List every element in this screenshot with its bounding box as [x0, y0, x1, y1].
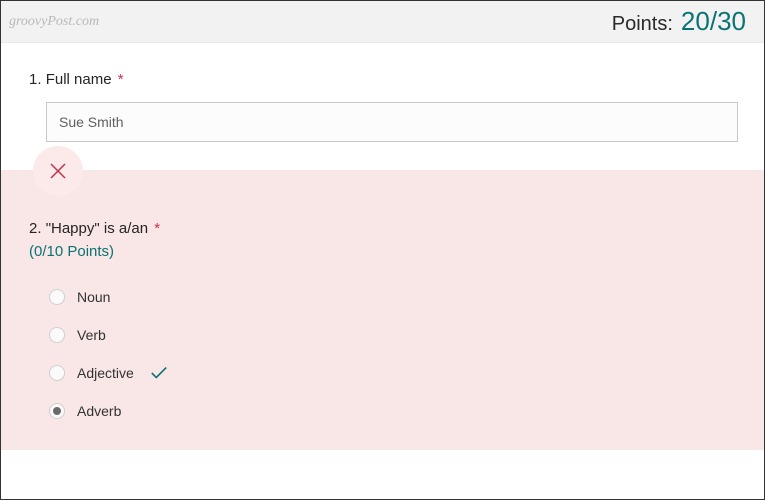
option-adjective: Adjective [49, 354, 736, 392]
question-1: 1. Full name * [29, 71, 736, 142]
close-icon [48, 161, 68, 181]
option-noun: Noun [49, 278, 736, 316]
option-label: Adjective [77, 365, 134, 381]
watermark-text: groovyPost.com [9, 14, 99, 30]
question-1-number: 1. [29, 71, 42, 88]
header-bar: groovyPost.com Points: 20/30 [1, 1, 764, 43]
incorrect-badge [33, 146, 83, 196]
question-1-text: Full name [46, 71, 112, 88]
question-2-title-wrap: 2. "Happy" is a/an * (0/10 Points) [29, 218, 736, 260]
radio-noun[interactable] [49, 289, 65, 305]
check-icon [150, 366, 168, 380]
option-label: Adverb [77, 403, 121, 419]
radio-adjective[interactable] [49, 365, 65, 381]
radio-verb[interactable] [49, 327, 65, 343]
option-adverb: Adverb [49, 392, 736, 430]
content-area: 1. Full name * [1, 43, 764, 142]
option-label: Noun [77, 289, 110, 305]
question-2-options: Noun Verb Adjective Adverb [49, 278, 736, 430]
points-value: 20/30 [681, 6, 746, 37]
question-1-title: 1. Full name * [29, 71, 736, 88]
question-2-score: (0/10 Points) [29, 243, 736, 260]
required-indicator: * [118, 71, 124, 88]
points-label: Points: [612, 13, 673, 36]
points-display: Points: 20/30 [612, 6, 746, 37]
radio-adverb[interactable] [49, 403, 65, 419]
option-verb: Verb [49, 316, 736, 354]
full-name-input[interactable] [46, 102, 738, 142]
question-2-title: 2. "Happy" is a/an * [29, 218, 736, 241]
option-label: Verb [77, 327, 106, 343]
question-2-block: 2. "Happy" is a/an * (0/10 Points) Noun … [1, 170, 764, 450]
required-indicator: * [154, 220, 160, 237]
question-2-number: 2. [29, 220, 42, 237]
question-2-text: "Happy" is a/an [46, 220, 148, 237]
